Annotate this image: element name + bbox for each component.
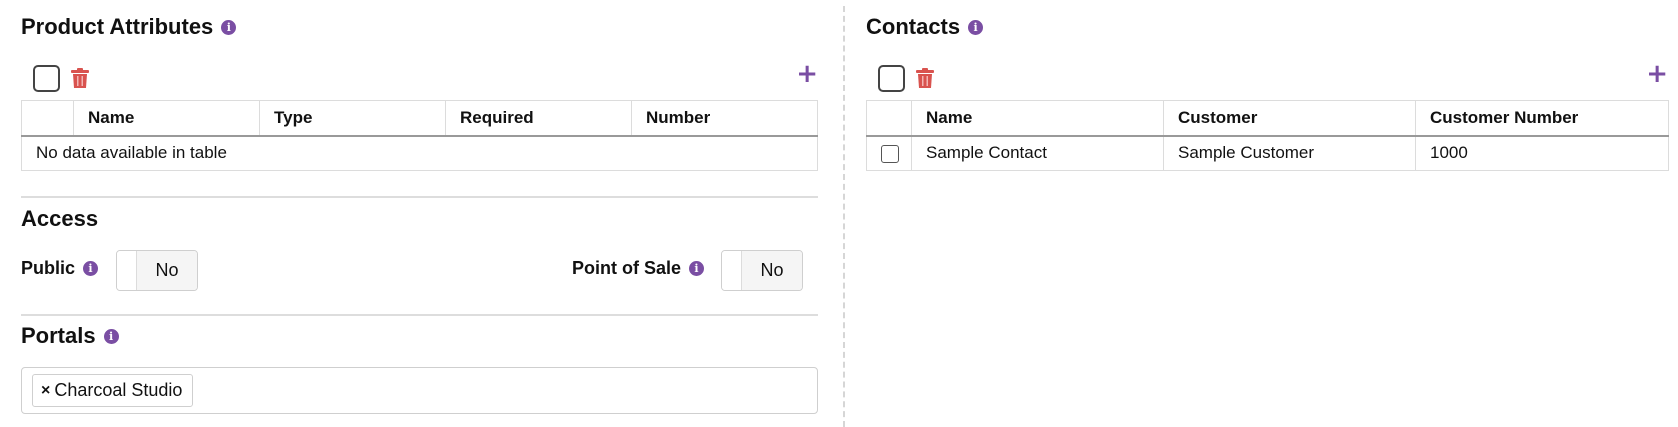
row-checkbox[interactable] (881, 144, 899, 163)
table-header-row: Name Customer Customer Number (866, 100, 1669, 137)
info-icon[interactable]: i (83, 261, 99, 276)
info-icon[interactable]: i (103, 328, 119, 344)
contact-customer-cell: Sample Customer (1163, 135, 1416, 171)
right-column: Contacts i + Name Customer Customer Numb… (866, 0, 1669, 427)
column-header-customer-number[interactable]: Customer Number (1415, 100, 1669, 137)
left-column: Product Attributes i + Name Type Require… (21, 0, 818, 427)
point-of-sale-label: Point of Sale i (572, 258, 705, 279)
trash-icon[interactable] (71, 68, 89, 89)
contacts-toolbar: + (866, 61, 1668, 95)
product-attributes-title-text: Product Attributes (21, 14, 214, 39)
table-header-row: Name Type Required Number (21, 100, 818, 137)
column-divider (843, 6, 845, 427)
access-title: Access (21, 206, 99, 231)
contacts-title: Contacts i (866, 14, 984, 40)
toggle-knob (722, 251, 742, 290)
divider-line (21, 314, 818, 316)
portal-tag-label: Charcoal Studio (54, 380, 183, 400)
plus-icon[interactable]: + (796, 61, 818, 87)
trash-icon[interactable] (916, 68, 934, 89)
public-label-text: Public (21, 258, 76, 278)
info-icon[interactable]: i (968, 19, 984, 35)
empty-message: No data available in table (21, 135, 818, 171)
remove-tag-icon[interactable]: × (41, 382, 50, 400)
public-label: Public i (21, 258, 99, 279)
column-header-name[interactable]: Name (911, 100, 1164, 137)
product-attributes-title: Product Attributes i (21, 14, 237, 40)
portals-select-input[interactable]: × Charcoal Studio (21, 367, 818, 414)
column-header-number[interactable]: Number (631, 100, 818, 137)
contacts-title-text: Contacts (866, 14, 961, 39)
divider-line (21, 196, 818, 198)
point-of-sale-toggle[interactable]: No (721, 250, 803, 291)
product-attributes-table: Name Type Required Number No data availa… (21, 100, 818, 171)
table-row[interactable]: Sample Contact Sample Customer 1000 (866, 135, 1669, 171)
contact-name-cell: Sample Contact (911, 135, 1164, 171)
public-toggle-value: No (137, 251, 197, 290)
select-all-checkbox[interactable] (33, 65, 60, 92)
column-header-required[interactable]: Required (445, 100, 632, 137)
contacts-table: Name Customer Customer Number Sample Con… (866, 100, 1669, 171)
select-all-checkbox[interactable] (878, 65, 905, 92)
info-icon[interactable]: i (221, 19, 237, 35)
column-header-customer[interactable]: Customer (1163, 100, 1416, 137)
column-header-name[interactable]: Name (73, 100, 260, 137)
point-of-sale-label-text: Point of Sale (572, 258, 682, 278)
contact-customer-number-cell: 1000 (1415, 135, 1669, 171)
portals-title-text: Portals (21, 323, 96, 348)
column-header-type[interactable]: Type (259, 100, 446, 137)
portals-title: Portals i (21, 323, 119, 349)
toggle-knob (117, 251, 137, 290)
table-row: No data available in table (21, 135, 818, 171)
portal-tag: × Charcoal Studio (32, 374, 194, 407)
product-attributes-toolbar: + (21, 61, 818, 95)
point-of-sale-toggle-value: No (742, 251, 802, 290)
plus-icon[interactable]: + (1646, 61, 1668, 87)
public-toggle[interactable]: No (116, 250, 198, 291)
row-select-cell (866, 135, 912, 171)
info-icon[interactable]: i (689, 261, 705, 276)
column-header-select (866, 100, 912, 137)
column-header-select (21, 100, 74, 137)
